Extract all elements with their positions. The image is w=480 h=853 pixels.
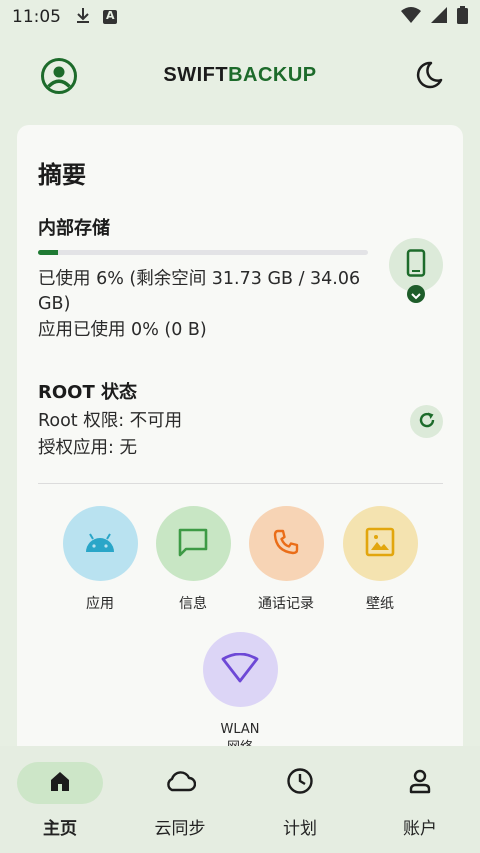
storage-progress — [38, 250, 368, 255]
app-notification-icon — [103, 9, 117, 24]
nav-schedule[interactable]: 计划 — [240, 762, 360, 839]
category-apps-circle — [62, 506, 138, 581]
root-access-text: Root 权限: 不可用 — [38, 411, 183, 431]
chevron-down-icon — [411, 285, 421, 304]
summary-card: 摘要 内部存储 已使用 6% (剩余空间 31.73 GB / 34.06 GB… — [17, 125, 463, 765]
nav-schedule-label: 计划 — [283, 819, 317, 839]
app-brand: SWIFTBACKUP — [163, 64, 316, 87]
storage-apps-text: 应用已使用 0% (0 B) — [38, 320, 207, 340]
nav-schedule-pill — [257, 762, 343, 804]
category-call-logs-label: 通话记录 — [258, 596, 314, 612]
wallpaper-icon — [365, 527, 395, 561]
storage-expand-button[interactable] — [407, 285, 425, 303]
wifi-icon — [401, 6, 421, 28]
nav-home-pill — [17, 762, 103, 804]
storage-used-text: 已使用 6% (剩余空间 31.73 GB / 34.06 GB) — [38, 269, 361, 314]
battery-icon — [457, 5, 468, 29]
app-header: SWIFTBACKUP — [0, 52, 480, 98]
brand-part2: BACKUP — [228, 63, 317, 86]
phone-device-icon — [406, 249, 426, 281]
category-wallpapers-circle — [342, 506, 418, 581]
root-granted-text: 授权应用: 无 — [38, 438, 137, 458]
nav-home[interactable]: 主页 — [0, 762, 120, 839]
summary-title: 摘要 — [38, 161, 86, 189]
clock-icon — [286, 767, 314, 799]
card-divider — [38, 483, 443, 484]
nav-home-label: 主页 — [43, 819, 77, 839]
storage-title: 内部存储 — [38, 218, 110, 239]
nav-cloud-sync-pill — [137, 762, 223, 804]
brand-part1: SWIFT — [163, 63, 229, 86]
category-call-logs[interactable]: 通话记录 — [239, 506, 333, 613]
person-icon — [408, 768, 432, 798]
refresh-icon — [418, 411, 436, 433]
category-messages-label: 信息 — [179, 596, 207, 612]
nav-cloud-sync[interactable]: 云同步 — [120, 762, 240, 839]
android-icon — [83, 531, 117, 557]
phone-icon — [272, 528, 300, 560]
category-wlan-circle — [202, 632, 278, 707]
category-wallpapers[interactable]: 壁纸 — [333, 506, 427, 613]
home-icon — [48, 769, 72, 797]
category-call-logs-circle — [248, 506, 324, 581]
nav-account[interactable]: 账户 — [360, 762, 480, 839]
category-wallpapers-label: 壁纸 — [366, 596, 394, 612]
root-title: ROOT 状态 — [38, 382, 138, 403]
root-refresh-button[interactable] — [410, 405, 443, 438]
status-bar: 11:05 — [0, 0, 480, 34]
category-wlan[interactable]: WLAN 网络 — [193, 632, 287, 757]
storage-progress-fill — [38, 250, 58, 255]
dark-mode-icon[interactable] — [414, 60, 444, 94]
bottom-nav: 主页 云同步 计划 账户 — [0, 746, 480, 853]
category-apps[interactable]: 应用 — [53, 506, 147, 613]
nav-cloud-sync-label: 云同步 — [154, 819, 206, 839]
cloud-icon — [164, 770, 197, 796]
wifi-category-icon — [221, 652, 259, 687]
category-messages-circle — [155, 506, 231, 581]
message-icon — [177, 527, 209, 561]
nav-account-label: 账户 — [403, 819, 437, 839]
signal-icon — [431, 6, 447, 28]
download-icon — [75, 6, 91, 29]
nav-account-pill — [377, 762, 463, 804]
status-time: 11:05 — [12, 7, 61, 27]
category-apps-label: 应用 — [86, 596, 114, 612]
profile-icon[interactable] — [40, 57, 78, 99]
category-messages[interactable]: 信息 — [146, 506, 240, 613]
